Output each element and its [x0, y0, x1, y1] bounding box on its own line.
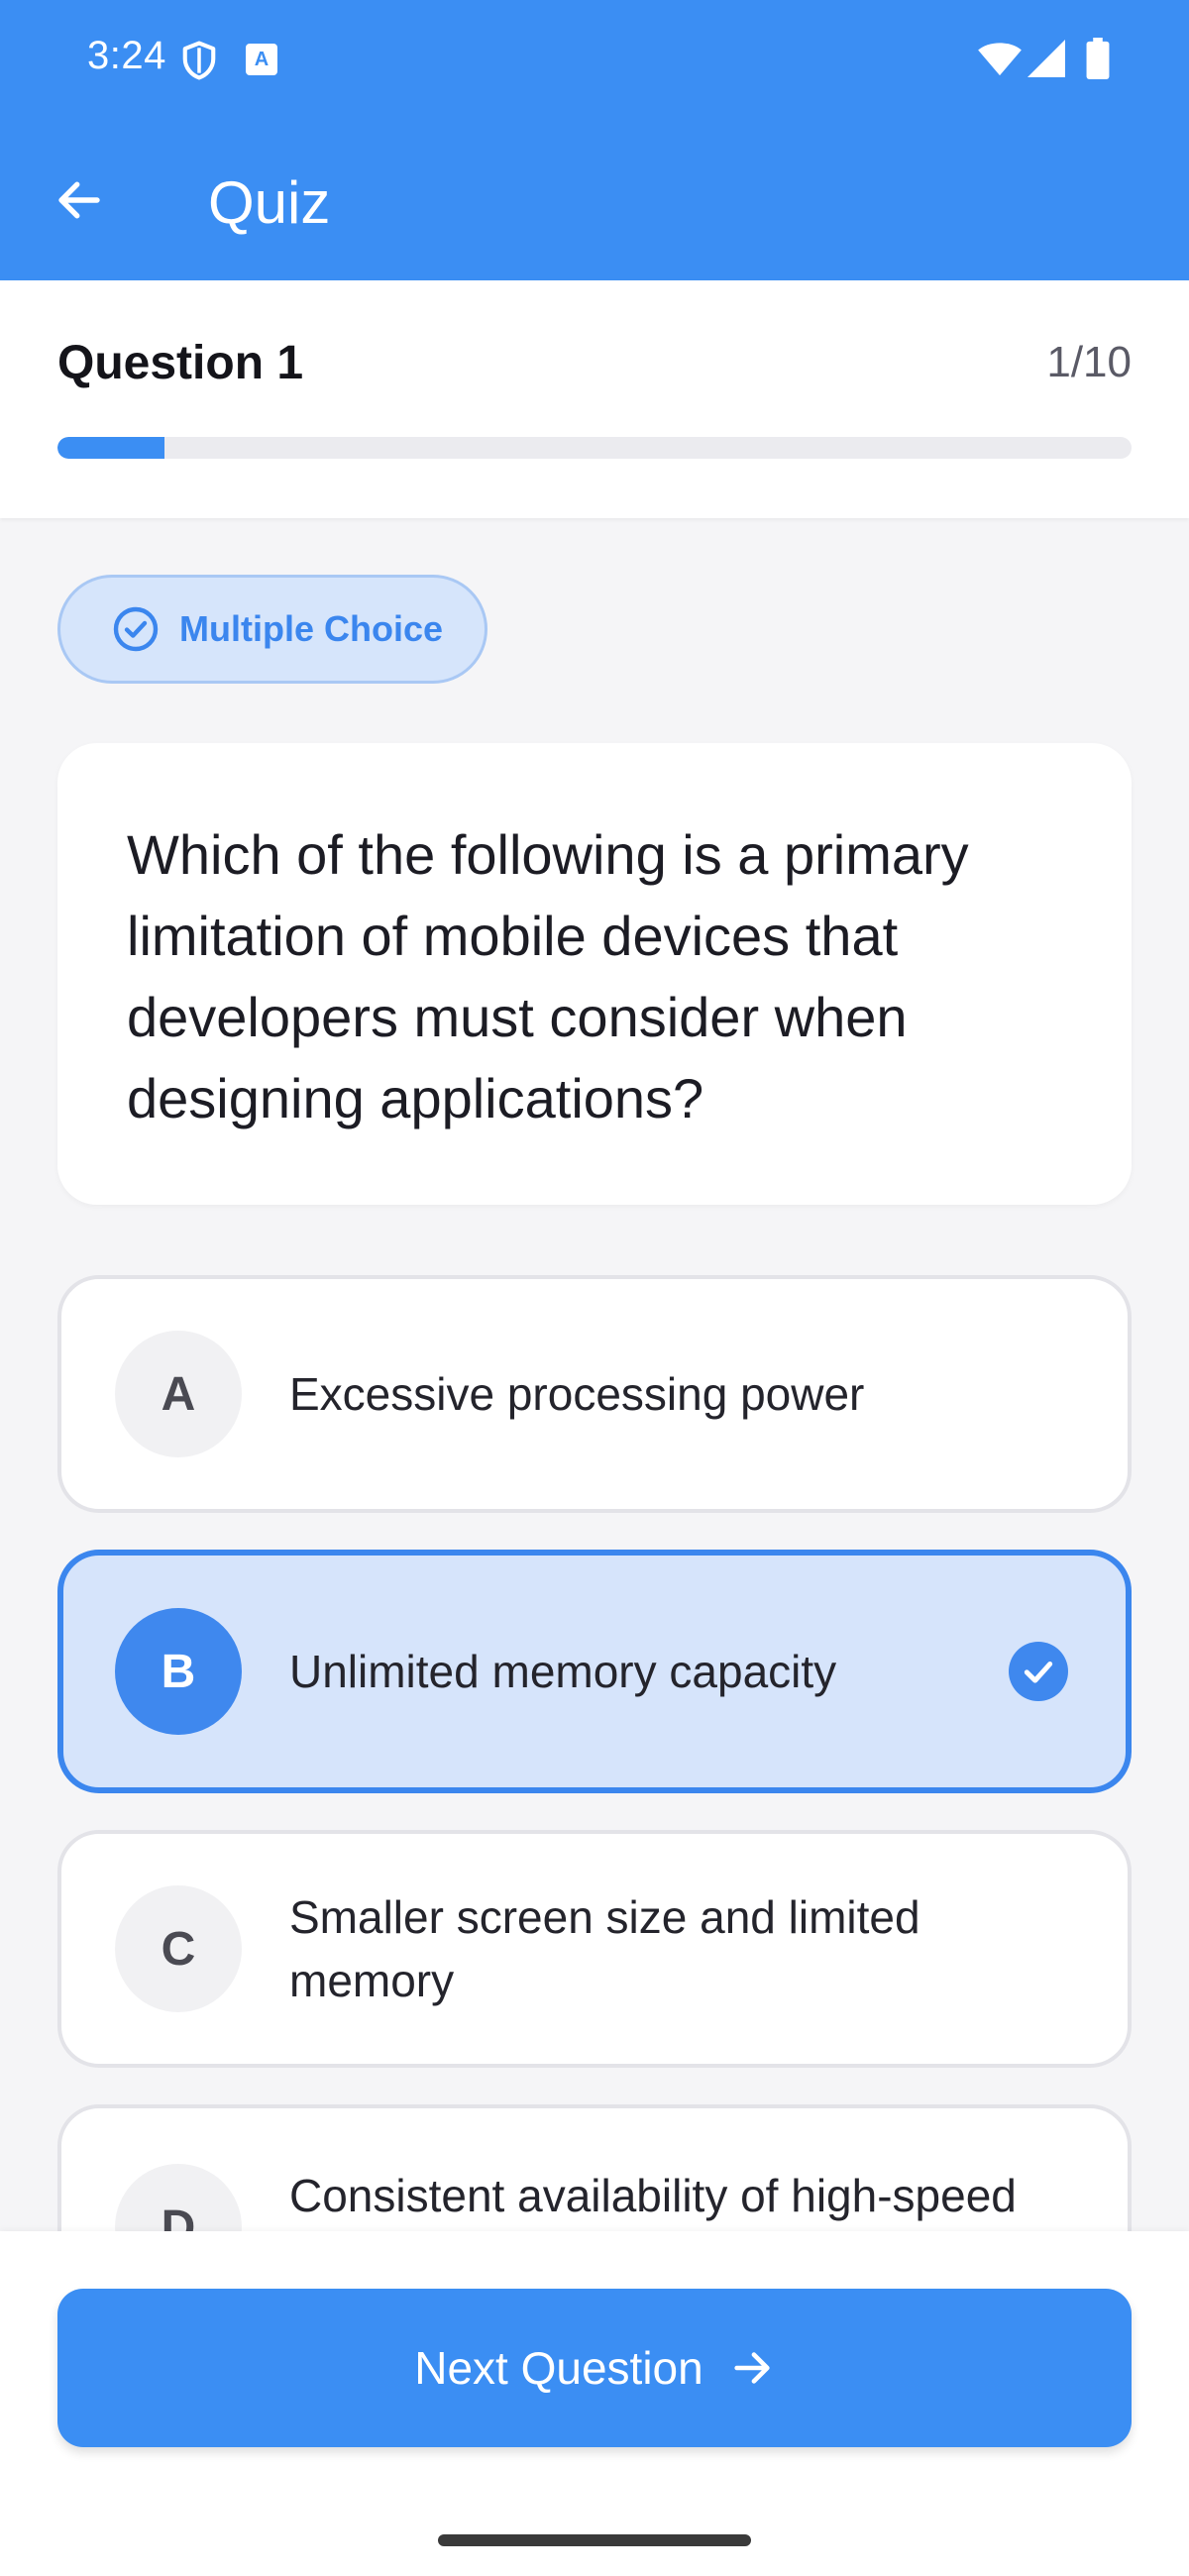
bottom-bar: Next Question: [0, 2231, 1189, 2576]
question-text: Which of the following is a primary limi…: [127, 823, 969, 1129]
quiz-screen: 3:24 A Quiz Question 1 1/10 Multiple Cho…: [0, 0, 1189, 2576]
progress-fill: [57, 437, 165, 459]
option-label: Excessive processing power: [289, 1368, 865, 1420]
question-number: Question 1: [57, 337, 304, 389]
home-indicator[interactable]: [438, 2534, 751, 2546]
question-header: Question 1 1/10: [0, 280, 1189, 518]
status-time: 3:24: [87, 34, 166, 77]
arrow-left-icon: [58, 181, 100, 219]
next-question-button[interactable]: Next Question: [57, 2289, 1132, 2447]
selected-check-icon: [1009, 1642, 1068, 1701]
status-bar: 3:24 A: [0, 0, 1189, 119]
arrow-right-icon: [734, 2352, 770, 2384]
battery-icon: [1086, 38, 1110, 79]
keyboard-a-icon: A: [246, 44, 277, 75]
option-label: Consistent availability of high-speed: [289, 2170, 1017, 2221]
option-letter: A: [115, 1331, 242, 1457]
progress-bar: [57, 437, 1132, 459]
next-question-label: Next Question: [414, 2342, 703, 2394]
option-b[interactable]: B Unlimited memory capacity: [57, 1550, 1132, 1793]
question-card: Which of the following is a primary limi…: [57, 743, 1132, 1205]
check-circle-icon: [113, 606, 159, 652]
page-title: Quiz: [208, 169, 331, 236]
top-bar: 3:24 A Quiz: [0, 0, 1189, 280]
checkmark-icon: [1024, 1662, 1053, 1683]
question-type-badge: Multiple Choice: [57, 575, 487, 684]
signal-icon: [1027, 40, 1065, 77]
option-label: Smaller screen size and limited memory: [289, 1891, 920, 2006]
option-c[interactable]: C Smaller screen size and limited memory: [57, 1830, 1132, 2068]
option-a[interactable]: A Excessive processing power: [57, 1275, 1132, 1513]
shield-icon: [182, 41, 216, 80]
option-label: Unlimited memory capacity: [289, 1646, 837, 1697]
app-bar: Quiz: [0, 119, 1189, 280]
option-letter: C: [115, 1885, 242, 2012]
wifi-icon: [978, 43, 1022, 76]
back-button[interactable]: [40, 161, 119, 240]
question-counter: 1/10: [1046, 338, 1132, 386]
badge-label: Multiple Choice: [179, 608, 444, 649]
option-letter: B: [115, 1608, 242, 1735]
